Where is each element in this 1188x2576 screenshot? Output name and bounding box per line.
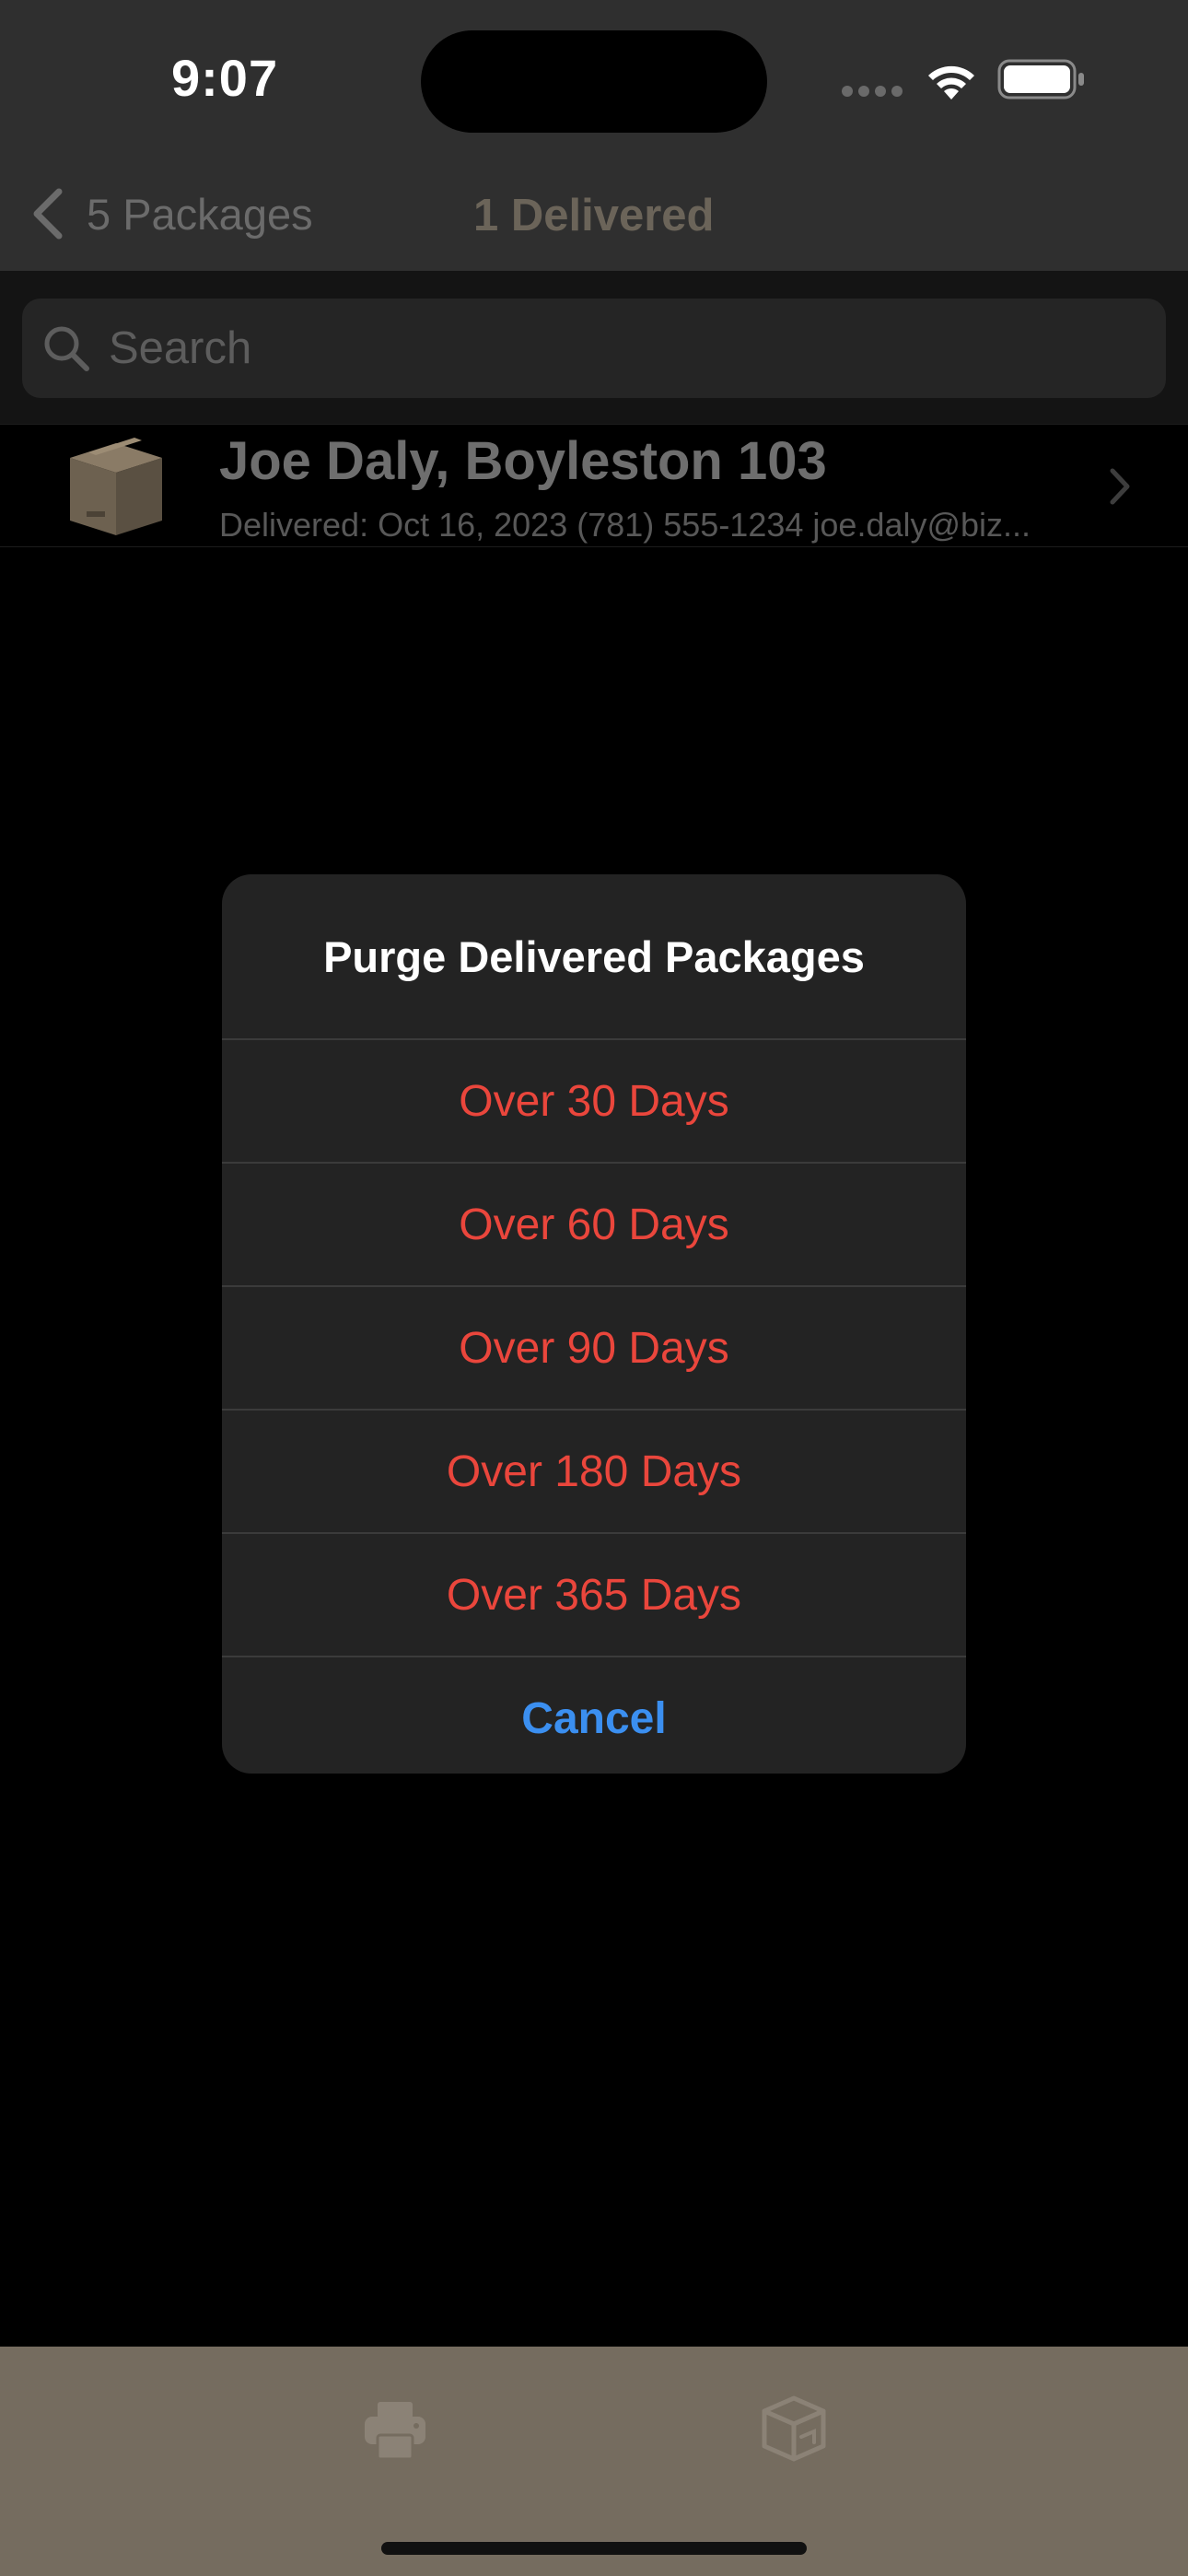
back-label: 5 Packages [87, 189, 313, 239]
nav-title: 1 Delivered [473, 191, 715, 240]
status-time: 9:07 [171, 49, 279, 107]
purge-over-60-days-button[interactable]: Over 60 Days [222, 1162, 966, 1285]
alert-title: Purge Delivered Packages [323, 931, 865, 981]
purge-over-180-days-button[interactable]: Over 180 Days [222, 1409, 966, 1532]
search-area: Search [0, 271, 1188, 424]
printer-icon[interactable] [361, 2398, 429, 2463]
purge-over-90-days-button[interactable]: Over 90 Days [222, 1285, 966, 1409]
home-indicator[interactable] [381, 2542, 807, 2555]
package-subtitle: Delivered: Oct 16, 2023 (781) 555-1234 j… [219, 506, 1031, 544]
search-input[interactable]: Search [22, 299, 1166, 398]
cellular-signal-icon [842, 86, 903, 97]
battery-icon [997, 59, 1084, 100]
search-icon [44, 326, 89, 371]
search-placeholder: Search [109, 323, 252, 373]
screen: 9:07 5 Packages 1 Delivered Search Joe D… [0, 0, 1188, 2576]
chevron-left-icon [33, 188, 63, 240]
purge-alert-dialog: Purge Delivered Packages Over 30 Days Ov… [222, 874, 966, 1774]
status-bar: 9:07 [0, 0, 1188, 157]
chevron-right-icon [1110, 468, 1130, 505]
package-title: Joe Daly, Boyleston 103 [219, 431, 827, 491]
cancel-button[interactable]: Cancel [222, 1656, 966, 1774]
navigation-bar: 5 Packages 1 Delivered [0, 157, 1188, 272]
dynamic-island [421, 30, 767, 133]
purge-over-365-days-button[interactable]: Over 365 Days [222, 1532, 966, 1656]
package-box-icon [70, 438, 162, 535]
package-row[interactable]: Joe Daly, Boyleston 103 Delivered: Oct 1… [0, 424, 1188, 547]
purge-over-30-days-button[interactable]: Over 30 Days [222, 1038, 966, 1162]
open-box-icon[interactable] [761, 2395, 827, 2463]
back-button[interactable]: 5 Packages [31, 177, 313, 251]
wifi-icon [928, 65, 974, 100]
